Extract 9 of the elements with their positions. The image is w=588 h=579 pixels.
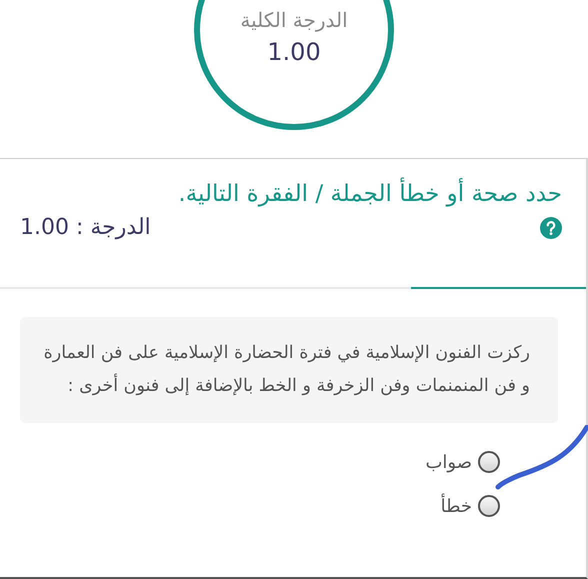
total-grade-label: الدرجة الكلية — [240, 8, 348, 32]
radio-button[interactable] — [478, 495, 500, 517]
total-grade-value: 1.00 — [267, 38, 321, 66]
question-grade: الدرجة : 1.00 — [20, 215, 151, 240]
question-statement: ركزت الفنون الإسلامية في فترة الحضارة الإسلامية على فن العمارة و فن المنمنمات وفن الزخرفة و الخط بالإضافة إلى فنون أخرى : — [20, 317, 558, 423]
option-label: خطأ — [440, 496, 472, 516]
radio-button[interactable] — [478, 451, 500, 473]
help-icon[interactable] — [540, 216, 562, 238]
option-label: صواب — [425, 452, 472, 472]
